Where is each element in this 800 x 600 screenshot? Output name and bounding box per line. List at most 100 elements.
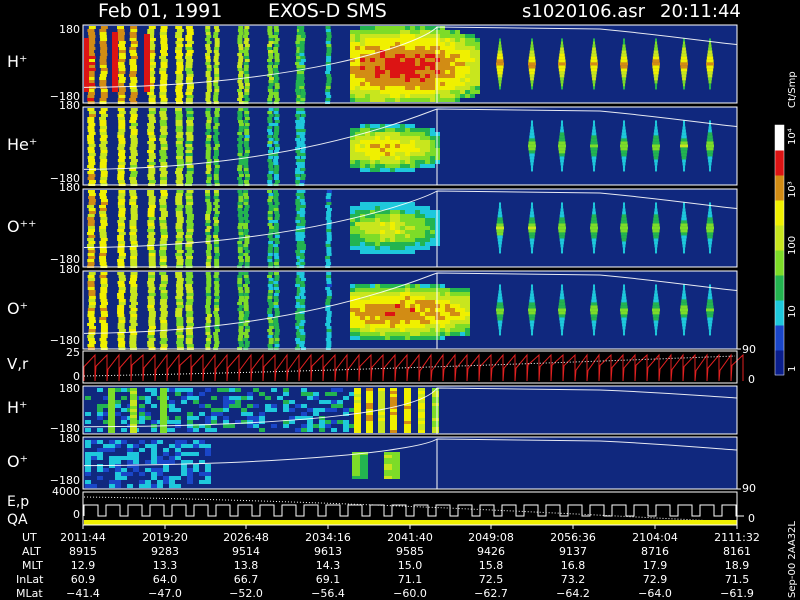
heat-cell [370, 124, 375, 128]
heat-cell [400, 156, 405, 160]
heat-cell [176, 238, 184, 241]
heat-cell [97, 412, 103, 416]
heat-cell [395, 70, 400, 74]
row-label-alt: ALT [22, 545, 41, 558]
heat-cell [343, 428, 349, 432]
heat-cell [118, 284, 126, 287]
heat-cell [237, 80, 243, 83]
heat-cell [129, 305, 137, 308]
heat-cell [145, 444, 151, 448]
heat-cell [425, 324, 430, 328]
heat-cell [175, 141, 183, 144]
heat-cell [425, 26, 430, 30]
heat-cell [206, 86, 212, 89]
heat-cell [295, 235, 301, 238]
heat-cell [708, 329, 712, 333]
heat-cell [267, 308, 273, 311]
heat-cell [591, 217, 597, 221]
heat-cell [268, 162, 274, 165]
heat-cell [683, 332, 685, 336]
heat-cell [395, 328, 400, 332]
heat-cell [653, 74, 659, 78]
heat-cell [169, 400, 175, 404]
heat-cell [267, 202, 273, 205]
heat-cell [558, 144, 566, 148]
heat-cell [185, 262, 193, 265]
heat-cell [653, 235, 659, 239]
heat-cell [121, 440, 127, 444]
heat-cell [445, 316, 450, 320]
heat-cell [129, 320, 137, 323]
heat-cell [370, 140, 375, 144]
heat-cell [100, 311, 108, 314]
heat-cell [88, 326, 96, 329]
heat-cell [88, 256, 96, 259]
heat-cell [99, 29, 107, 32]
heat-cell [680, 147, 688, 151]
heat-cell [360, 140, 365, 144]
heat-cell [88, 162, 96, 165]
right-tick-o2-90: 90 [742, 482, 756, 495]
heat-cell [410, 136, 415, 140]
heat-cell [360, 42, 365, 46]
heat-cell [176, 220, 184, 223]
heat-cell [682, 41, 686, 45]
heat-cell [267, 44, 273, 47]
heat-cell [654, 80, 658, 84]
heat-cell [430, 218, 435, 222]
heat-cell [129, 38, 137, 41]
heat-cell [405, 164, 410, 168]
heat-cell [395, 58, 400, 62]
heat-cell [445, 62, 450, 66]
colorbar-segment [775, 150, 784, 176]
heat-cell [405, 246, 410, 250]
heat-cell [268, 80, 274, 83]
heat-cell [148, 250, 156, 253]
heat-cell [706, 147, 714, 151]
heat-cell [268, 205, 274, 208]
heat-cell [622, 326, 626, 330]
heat-cell [160, 190, 168, 193]
heat-cell [360, 98, 365, 102]
heat-cell [213, 244, 219, 247]
heat-cell [326, 229, 332, 232]
heat-cell [175, 211, 183, 214]
heat-cell [193, 444, 199, 448]
heat-cell [130, 241, 138, 244]
heat-cell [365, 34, 370, 38]
heat-cell [375, 284, 380, 288]
heat-cell [682, 293, 686, 297]
heat-cell [470, 54, 475, 58]
heat-cell [238, 259, 244, 262]
heat-cell [355, 336, 360, 340]
heat-cell [652, 226, 660, 230]
heat-cell [206, 226, 212, 229]
heat-cell [360, 316, 365, 320]
heat-cell [400, 304, 405, 308]
heat-cell [159, 250, 167, 253]
heat-cell [390, 234, 395, 238]
heat-cell [590, 226, 598, 230]
heat-cell [432, 424, 439, 427]
heat-cell [560, 293, 564, 297]
heat-cell [708, 293, 712, 297]
heat-cell [300, 156, 306, 159]
header-time: 20:11:44 [660, 1, 741, 22]
heat-cell [186, 323, 194, 326]
heat-cell [350, 160, 355, 164]
heat-cell [151, 476, 157, 480]
heat-cell [100, 174, 108, 177]
heat-cell [237, 190, 243, 193]
heat-cell [392, 461, 400, 464]
heat-cell [425, 336, 430, 340]
heat-cell [652, 150, 660, 154]
heat-cell [360, 308, 365, 312]
heat-cell [326, 32, 332, 35]
heat-cell [175, 440, 181, 444]
heat-cell [130, 412, 137, 415]
table-cell-inlat: 60.9 [71, 573, 96, 586]
heat-cell [274, 108, 280, 111]
heat-cell [400, 26, 405, 30]
heat-cell [237, 308, 243, 311]
heat-cell [450, 316, 455, 320]
